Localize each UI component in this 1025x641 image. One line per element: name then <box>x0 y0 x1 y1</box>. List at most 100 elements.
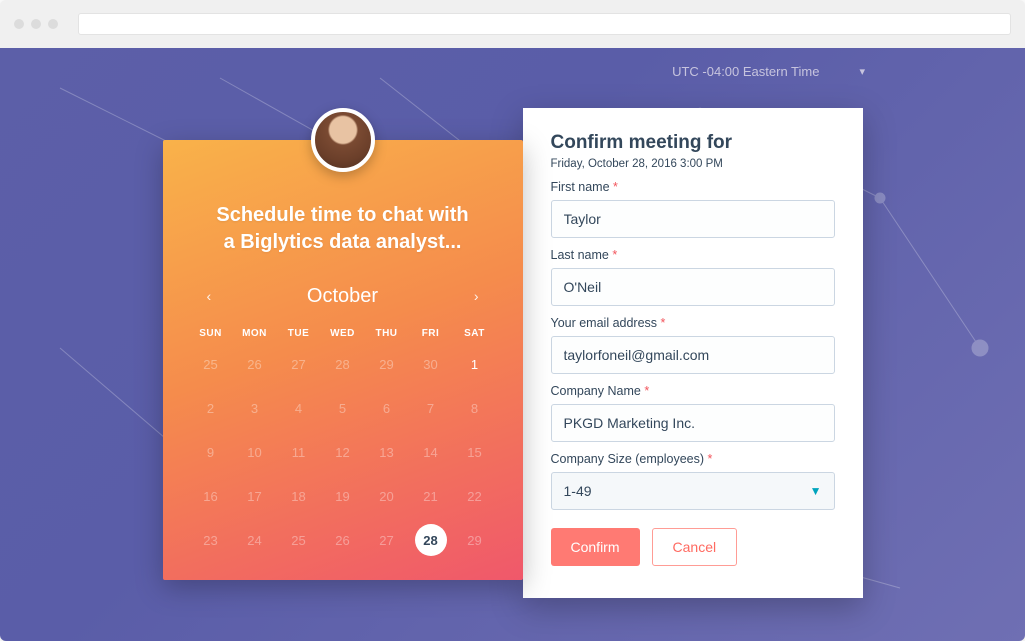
main-content: Schedule time to chat with a Biglytics d… <box>163 108 863 598</box>
window-dot[interactable] <box>31 19 41 29</box>
field-label: First name * <box>551 180 835 194</box>
field-first-name: First name * <box>551 180 835 238</box>
calendar-title: Schedule time to chat with a Biglytics d… <box>189 202 497 256</box>
calendar-day[interactable]: 11 <box>277 433 321 471</box>
calendar-day[interactable]: 27 <box>365 521 409 559</box>
day-of-week-row: SUN MON TUE WED THU FRI SAT <box>189 328 497 339</box>
day-number: 29 <box>467 533 481 548</box>
calendar-day[interactable]: 19 <box>321 477 365 515</box>
dow-label: SAT <box>453 328 497 339</box>
calendar-day[interactable]: 26 <box>233 345 277 383</box>
company-input[interactable] <box>551 404 835 442</box>
calendar-day[interactable]: 10 <box>233 433 277 471</box>
browser-chrome <box>0 0 1025 48</box>
day-number: 7 <box>427 401 434 416</box>
calendar-day[interactable]: 23 <box>189 521 233 559</box>
calendar-day[interactable]: 4 <box>277 389 321 427</box>
next-month-button[interactable]: › <box>468 282 485 310</box>
calendar-day[interactable]: 22 <box>453 477 497 515</box>
day-number: 27 <box>379 533 393 548</box>
calendar-day[interactable]: 13 <box>365 433 409 471</box>
calendar-day[interactable]: 15 <box>453 433 497 471</box>
calendar-day[interactable]: 7 <box>409 389 453 427</box>
field-label: Company Name * <box>551 384 835 398</box>
day-number: 17 <box>247 489 261 504</box>
calendar-day[interactable]: 8 <box>453 389 497 427</box>
calendar-day[interactable]: 29 <box>453 521 497 559</box>
company-size-select[interactable]: 1-49 ▼ <box>551 472 835 510</box>
calendar-day[interactable]: 30 <box>409 345 453 383</box>
chevron-down-icon: ▾ <box>859 65 865 78</box>
first-name-input[interactable] <box>551 200 835 238</box>
field-company-size: Company Size (employees) * 1-49 ▼ <box>551 452 835 510</box>
calendar-day[interactable]: 24 <box>233 521 277 559</box>
calendar-panel: Schedule time to chat with a Biglytics d… <box>163 140 523 580</box>
timezone-label: UTC -04:00 Eastern Time <box>672 64 819 79</box>
calendar-day[interactable]: 1 <box>453 345 497 383</box>
day-number: 6 <box>383 401 390 416</box>
email-input[interactable] <box>551 336 835 374</box>
calendar-day[interactable]: 27 <box>277 345 321 383</box>
form-datetime: Friday, October 28, 2016 3:00 PM <box>551 158 835 170</box>
cancel-button[interactable]: Cancel <box>652 528 738 566</box>
calendar-day[interactable]: 16 <box>189 477 233 515</box>
field-label: Last name * <box>551 248 835 262</box>
calendar-day[interactable]: 17 <box>233 477 277 515</box>
window-controls <box>14 19 58 29</box>
calendar-day[interactable]: 28 <box>321 345 365 383</box>
calendar-day[interactable]: 9 <box>189 433 233 471</box>
label-text: Last name <box>551 248 609 262</box>
day-number: 5 <box>339 401 346 416</box>
day-number: 25 <box>203 357 217 372</box>
field-company: Company Name * <box>551 384 835 442</box>
window-dot[interactable] <box>14 19 24 29</box>
calendar-day[interactable]: 25 <box>189 345 233 383</box>
calendar-day[interactable]: 6 <box>365 389 409 427</box>
calendar-day[interactable]: 14 <box>409 433 453 471</box>
field-label: Company Size (employees) * <box>551 452 835 466</box>
app-viewport: UTC -04:00 Eastern Time ▾ Schedule time … <box>0 48 1025 641</box>
day-number: 13 <box>379 445 393 460</box>
calendar-day[interactable]: 5 <box>321 389 365 427</box>
required-mark: * <box>644 384 649 398</box>
label-text: First name <box>551 180 610 194</box>
dow-label: SUN <box>189 328 233 339</box>
day-number: 24 <box>247 533 261 548</box>
window-dot[interactable] <box>48 19 58 29</box>
calendar-day[interactable]: 29 <box>365 345 409 383</box>
required-mark: * <box>661 316 666 330</box>
day-number: 10 <box>247 445 261 460</box>
month-nav: ‹ October › <box>189 282 497 310</box>
url-bar[interactable] <box>78 13 1011 35</box>
confirm-button[interactable]: Confirm <box>551 528 640 566</box>
calendar-day[interactable]: 2 <box>189 389 233 427</box>
day-number: 19 <box>335 489 349 504</box>
calendar-day[interactable]: 12 <box>321 433 365 471</box>
day-number: 29 <box>379 357 393 372</box>
confirm-form-panel: Confirm meeting for Friday, October 28, … <box>523 108 863 598</box>
day-number: 4 <box>295 401 302 416</box>
label-text: Company Name <box>551 384 641 398</box>
prev-month-button[interactable]: ‹ <box>201 282 218 310</box>
calendar-day[interactable]: 26 <box>321 521 365 559</box>
calendar-day[interactable]: 18 <box>277 477 321 515</box>
calendar-day[interactable]: 28 <box>409 521 453 559</box>
calendar-day[interactable]: 25 <box>277 521 321 559</box>
timezone-select[interactable]: UTC -04:00 Eastern Time ▾ <box>672 64 865 79</box>
dow-label: FRI <box>409 328 453 339</box>
calendar-title-line: a Biglytics data analyst... <box>189 229 497 256</box>
required-mark: * <box>612 248 617 262</box>
calendar-week: 25 262728 29 301 <box>189 345 497 383</box>
field-label: Your email address * <box>551 316 835 330</box>
required-mark: * <box>708 452 713 466</box>
day-number: 25 <box>291 533 305 548</box>
month-name: October <box>307 285 378 308</box>
last-name-input[interactable] <box>551 268 835 306</box>
day-number: 16 <box>203 489 217 504</box>
label-text: Your email address <box>551 316 658 330</box>
calendar-day[interactable]: 21 <box>409 477 453 515</box>
calendar-day[interactable]: 3 <box>233 389 277 427</box>
day-number: 26 <box>335 533 349 548</box>
calendar-week: 16 17 18 19 202122 <box>189 477 497 515</box>
calendar-day[interactable]: 20 <box>365 477 409 515</box>
